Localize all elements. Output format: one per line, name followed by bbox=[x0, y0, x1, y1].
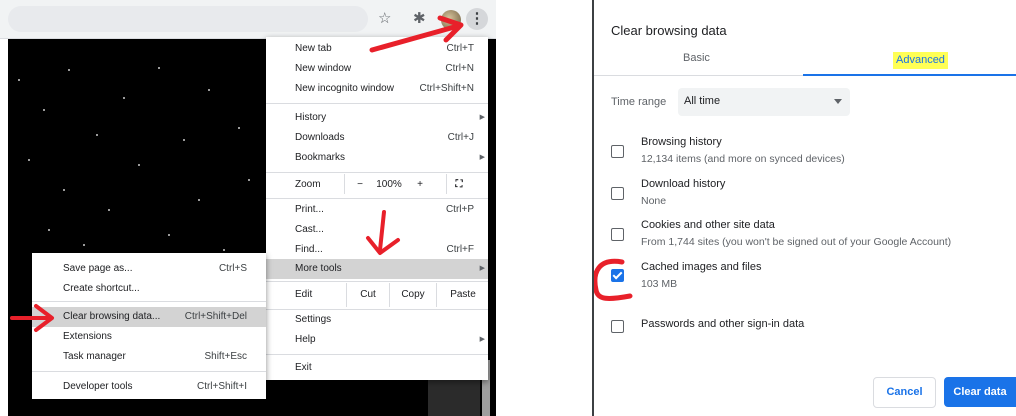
checkbox-cached-images[interactable] bbox=[611, 269, 624, 282]
puzzle-icon[interactable]: ✱ bbox=[413, 10, 426, 28]
address-bar[interactable] bbox=[8, 6, 368, 32]
tab-basic[interactable]: Basic bbox=[683, 52, 710, 74]
zoom-in-button[interactable]: + bbox=[406, 174, 434, 194]
menu-item-new-window[interactable]: New window Ctrl+N bbox=[266, 59, 488, 79]
chevron-right-icon: ▶ bbox=[479, 154, 485, 161]
menu-divider bbox=[266, 198, 488, 199]
vertical-dots-icon[interactable]: ⋮ bbox=[466, 8, 488, 30]
menu-item-settings[interactable]: Settings bbox=[266, 310, 488, 330]
menu-item-zoom: Zoom − 100% + ⛶ bbox=[266, 174, 488, 196]
menu-item-downloads[interactable]: Downloads Ctrl+J bbox=[266, 128, 488, 148]
menu-item-help[interactable]: Help ▶ bbox=[266, 330, 488, 350]
star-icon[interactable]: ☆ bbox=[378, 10, 391, 28]
browser-window: ☆ ✱ ⋮ New tab Ctrl+T New window Ctrl+N N… bbox=[0, 0, 496, 416]
zoom-out-button[interactable]: − bbox=[344, 174, 375, 194]
chevron-right-icon: ▶ bbox=[479, 265, 485, 272]
menu-divider bbox=[266, 172, 488, 173]
time-range-label: Time range bbox=[611, 96, 667, 108]
profile-avatar[interactable] bbox=[441, 10, 461, 30]
menu-divider bbox=[266, 354, 488, 355]
fullscreen-icon[interactable]: ⛶ bbox=[446, 174, 471, 194]
chevron-right-icon: ▶ bbox=[479, 336, 485, 343]
clear-data-button[interactable]: Clear data bbox=[944, 377, 1016, 407]
red-bracket-annotation bbox=[594, 258, 633, 301]
menu-divider bbox=[266, 281, 488, 282]
menu-item-history[interactable]: History ▶ bbox=[266, 108, 488, 128]
menu-item-edit: Edit Cut Copy Paste bbox=[266, 283, 488, 307]
dialog-title: Clear browsing data bbox=[611, 23, 727, 38]
chevron-right-icon: ▶ bbox=[479, 114, 485, 121]
menu-item-clear-browsing-data[interactable]: Clear browsing data... Ctrl+Shift+Del bbox=[32, 307, 266, 327]
menu-item-more-tools[interactable]: More tools ▶ bbox=[266, 259, 488, 279]
active-tab-indicator bbox=[803, 74, 1016, 76]
menu-item-task-manager[interactable]: Task manager Shift+Esc bbox=[32, 347, 266, 367]
menu-divider bbox=[32, 371, 266, 372]
paste-button[interactable]: Paste bbox=[436, 283, 489, 307]
checkbox-browsing-history[interactable] bbox=[611, 145, 624, 158]
cancel-button[interactable]: Cancel bbox=[873, 377, 936, 408]
time-range-select[interactable]: All time bbox=[678, 88, 850, 116]
menu-item-find[interactable]: Find... Ctrl+F bbox=[266, 240, 488, 260]
cut-button[interactable]: Cut bbox=[346, 283, 389, 307]
zoom-level: 100% bbox=[376, 179, 402, 190]
chevron-down-icon bbox=[834, 99, 842, 104]
checkbox-download-history[interactable] bbox=[611, 187, 624, 200]
menu-divider bbox=[32, 301, 266, 302]
menu-item-new-tab[interactable]: New tab Ctrl+T bbox=[266, 39, 488, 59]
tab-advanced[interactable]: Advanced bbox=[893, 52, 948, 69]
menu-item-cast[interactable]: Cast... bbox=[266, 220, 488, 240]
menu-item-extensions[interactable]: Extensions bbox=[32, 327, 266, 347]
menu-item-exit[interactable]: Exit bbox=[266, 358, 488, 378]
more-tools-submenu: Save page as... Ctrl+S Create shortcut..… bbox=[32, 253, 266, 399]
browser-toolbar: ☆ ✱ ⋮ bbox=[0, 0, 496, 39]
copy-button[interactable]: Copy bbox=[389, 283, 436, 307]
menu-item-create-shortcut[interactable]: Create shortcut... bbox=[32, 279, 266, 299]
menu-item-print[interactable]: Print... Ctrl+P bbox=[266, 200, 488, 220]
clear-browsing-data-dialog: Clear browsing data Basic Advanced Time … bbox=[594, 0, 1016, 416]
time-range-value: All time bbox=[684, 95, 721, 107]
menu-divider bbox=[266, 103, 488, 104]
menu-item-save-page[interactable]: Save page as... Ctrl+S bbox=[32, 259, 266, 279]
menu-item-developer-tools[interactable]: Developer tools Ctrl+Shift+I bbox=[32, 377, 266, 397]
checkbox-passwords[interactable] bbox=[611, 320, 624, 333]
checkbox-cookies[interactable] bbox=[611, 228, 624, 241]
chrome-main-menu: New tab Ctrl+T New window Ctrl+N New inc… bbox=[266, 37, 488, 380]
menu-item-new-incognito[interactable]: New incognito window Ctrl+Shift+N bbox=[266, 79, 488, 99]
menu-item-bookmarks[interactable]: Bookmarks ▶ bbox=[266, 148, 488, 168]
